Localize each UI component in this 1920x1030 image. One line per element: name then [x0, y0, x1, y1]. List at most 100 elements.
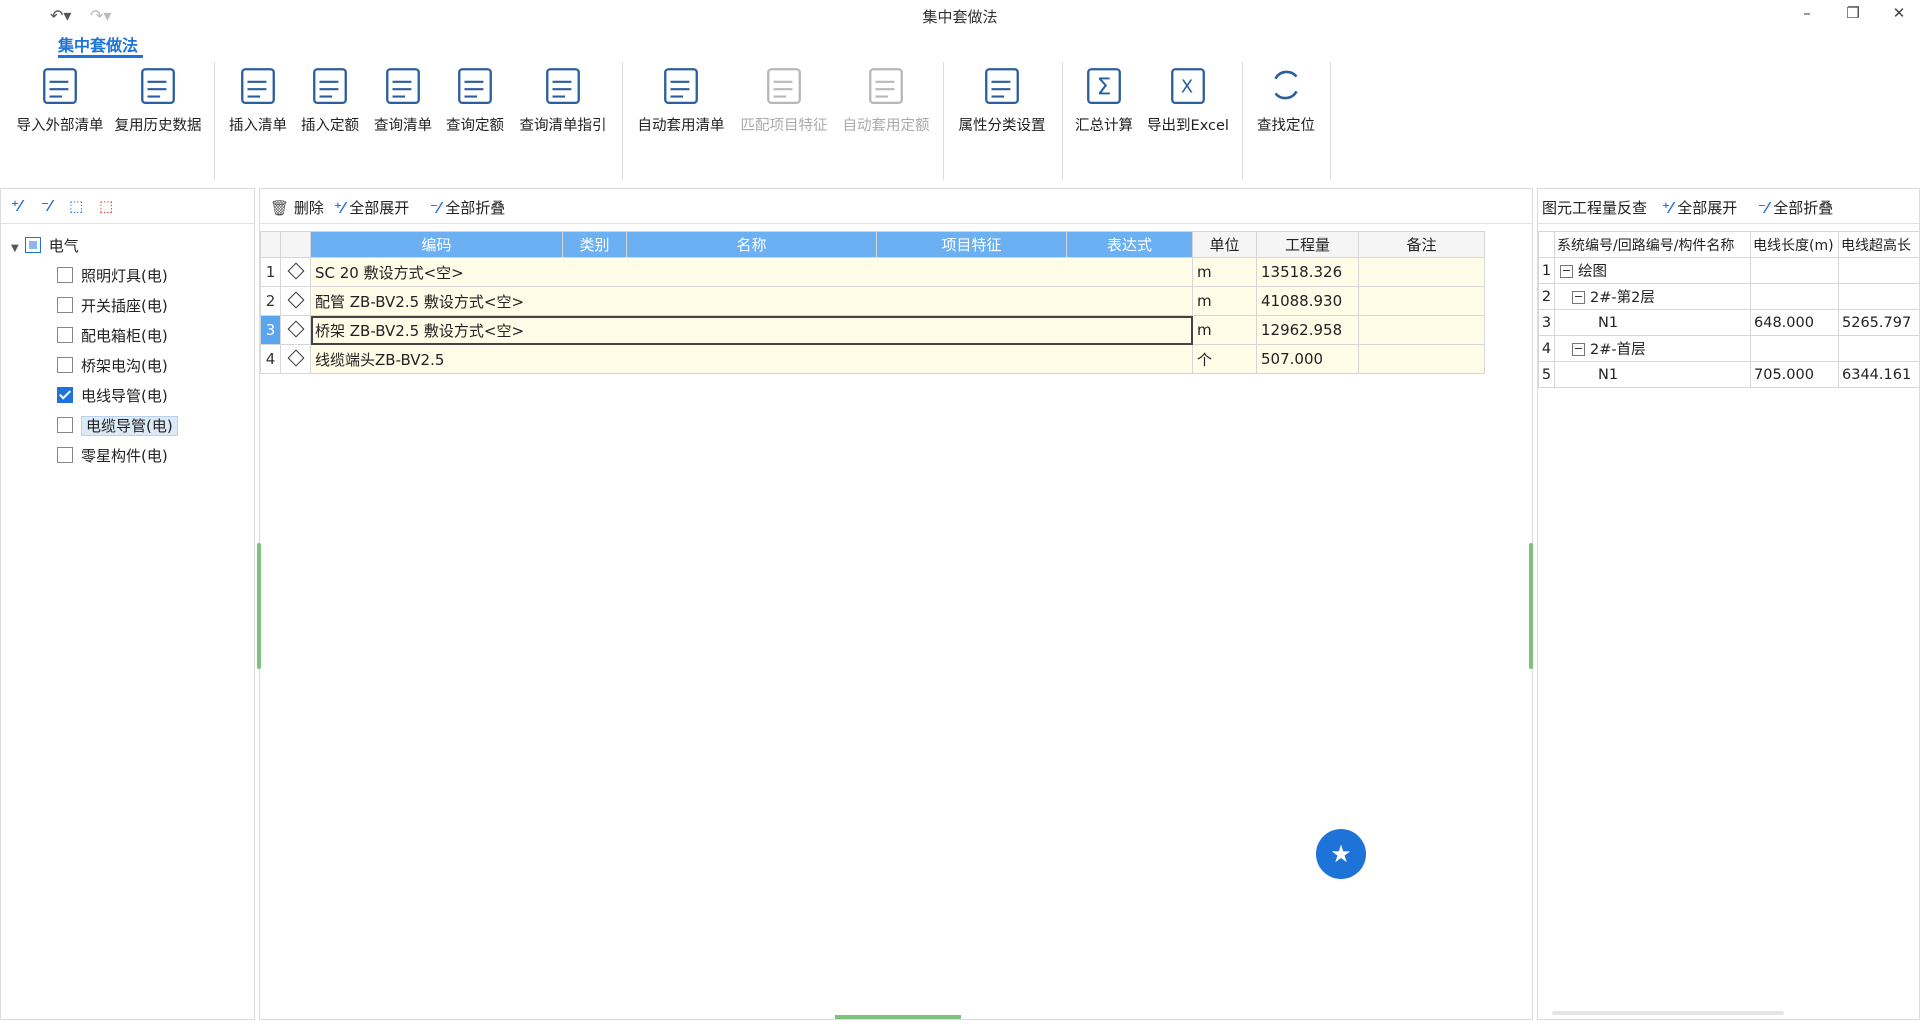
collapse-toggle-icon[interactable]: −	[1572, 342, 1585, 356]
unit-cell[interactable]: m	[1192, 257, 1257, 287]
col-type[interactable]: 类别	[562, 231, 627, 258]
ribbon-tab-underline	[58, 55, 143, 58]
checkbox[interactable]	[57, 296, 73, 313]
col-name[interactable]: 名称	[626, 231, 877, 258]
col-expression[interactable]: 表达式	[1066, 231, 1193, 258]
ribbon-button-9[interactable]: 自动套用定额	[831, 64, 941, 135]
unit-cell[interactable]: m	[1192, 315, 1257, 345]
quantity-cell[interactable]: 507.000	[1256, 344, 1359, 374]
table-row[interactable]: 4 线缆端头ZB-BV2.5 个 507.000	[260, 344, 1485, 374]
wire-over-length-cell: 5265.797	[1838, 309, 1919, 336]
tree-cell[interactable]: − 绘图	[1554, 257, 1751, 284]
ribbon-tab[interactable]: 集中套做法	[58, 32, 138, 56]
col-feature[interactable]: 项目特征	[876, 231, 1067, 258]
checkbox[interactable]	[24, 236, 41, 253]
quantity-cell[interactable]: 12962.958	[1256, 315, 1359, 345]
col-note[interactable]: 备注	[1358, 231, 1485, 258]
unit-cell[interactable]: 个	[1192, 344, 1257, 374]
ribbon-button-label: 匹配项目特征	[740, 118, 828, 134]
checkbox[interactable]	[57, 386, 73, 403]
close-icon[interactable]: ✕	[1884, 4, 1914, 26]
item-description[interactable]: 配管 ZB-BV2.5 敷设方式<空>	[310, 286, 1193, 316]
collapse-all-button[interactable]: ⁻⁄ 全部折叠	[430, 197, 505, 218]
delete-button[interactable]: 🗑 删除	[270, 197, 324, 218]
table-row[interactable]: 3 桥架 ZB-BV2.5 敷设方式<空> m 12962.958	[260, 315, 1485, 345]
col-code[interactable]: 编码	[310, 231, 563, 258]
bottom-splitter-handle[interactable]	[835, 1015, 961, 1019]
ribbon-separator	[214, 62, 215, 180]
right-collapse-all-button[interactable]: ⁻⁄ 全部折叠	[1758, 197, 1833, 218]
ribbon-button-7[interactable]: 自动套用清单	[626, 64, 736, 135]
tree-table-row[interactable]: 3 N1 648.000 5265.797	[1538, 309, 1919, 336]
item-description[interactable]: SC 20 敷设方式<空>	[310, 257, 1193, 287]
col-unit[interactable]: 单位	[1192, 231, 1257, 258]
quantity-cell[interactable]: 41088.930	[1256, 286, 1359, 316]
left-splitter-handle[interactable]	[257, 543, 261, 669]
tree-item-label: 桥架电沟(电)	[81, 357, 168, 375]
select-icon[interactable]: ⬚	[69, 197, 83, 215]
tree-table-row[interactable]: 4−2#-首层	[1538, 335, 1919, 362]
minimize-icon[interactable]: –	[1792, 4, 1822, 26]
tree-expand-icon[interactable]: ▼	[11, 243, 19, 254]
horizontal-scrollbar[interactable]	[1552, 1011, 1784, 1015]
collapse-toggle-icon[interactable]: −	[1560, 264, 1573, 278]
auto-apply-quota-icon	[869, 68, 903, 105]
expand-all-button[interactable]: ⁺⁄ 全部展开	[334, 197, 409, 218]
collapse-toggle-icon[interactable]: −	[1572, 290, 1585, 304]
deselect-icon[interactable]: ⬚	[99, 197, 113, 215]
tree-table-row[interactable]: 5 N1 705.000 6344.161	[1538, 361, 1919, 388]
ribbon-button-1[interactable]: 复用历史数据	[103, 64, 213, 135]
table-row[interactable]: 2 配管 ZB-BV2.5 敷设方式<空> m 41088.930	[260, 286, 1485, 316]
tree-item[interactable]: 桥架电沟(电)	[57, 353, 168, 379]
tree-item[interactable]: 开关插座(电)	[57, 293, 168, 319]
tree-cell[interactable]: N1	[1554, 309, 1751, 336]
collapse-all-icon[interactable]: ⁻⁄	[41, 197, 51, 215]
title-bar: ↶▾ ↷▾ 集中套做法 – ❐ ✕	[0, 0, 1920, 30]
col-wire-over-length[interactable]: 电线超高长	[1838, 231, 1919, 258]
tree-cell[interactable]: −2#-首层	[1554, 335, 1751, 362]
right-splitter-handle[interactable]	[1529, 543, 1533, 669]
tree-item[interactable]: 配电箱柜(电)	[57, 323, 168, 349]
ribbon-button-8[interactable]: 匹配项目特征	[729, 64, 839, 135]
tree-item[interactable]: 零星构件(电)	[57, 443, 168, 469]
col-quantity[interactable]: 工程量	[1256, 231, 1359, 258]
tree-table-row[interactable]: 1− 绘图	[1538, 257, 1919, 284]
expand-all-icon[interactable]: ⁺⁄	[11, 197, 21, 215]
ribbon-button-6[interactable]: 查询清单指引	[508, 64, 618, 135]
tree-root[interactable]: ▼ 电气	[11, 233, 79, 259]
tree-item[interactable]: 电线导管(电)	[57, 383, 168, 409]
tree-cell[interactable]: −2#-第2层	[1554, 283, 1751, 310]
node-label: N1	[1598, 366, 1619, 383]
quantity-cell[interactable]: 13518.326	[1256, 257, 1359, 287]
unit-cell[interactable]: m	[1192, 286, 1257, 316]
checkbox[interactable]	[57, 356, 73, 373]
checkbox[interactable]	[57, 446, 73, 463]
item-description[interactable]: 桥架 ZB-BV2.5 敷设方式<空>	[310, 315, 1193, 345]
checkbox[interactable]	[57, 266, 73, 283]
ribbon-button-0[interactable]: 导入外部清单	[5, 64, 115, 135]
checkbox[interactable]	[57, 416, 73, 433]
collapse-icon: ⁻⁄	[1758, 199, 1769, 217]
tree-cell[interactable]: N1	[1554, 361, 1751, 388]
ribbon-button-13[interactable]: 查找定位	[1231, 64, 1341, 135]
note-cell[interactable]	[1358, 344, 1485, 374]
tree-item[interactable]: 电缆导管(电)	[57, 413, 178, 439]
col-component[interactable]: 系统编号/回路编号/构件名称	[1554, 231, 1751, 258]
checkbox[interactable]	[57, 326, 73, 343]
ribbon-button-10[interactable]: 属性分类设置	[947, 64, 1057, 135]
note-cell[interactable]	[1358, 315, 1485, 345]
item-description[interactable]: 线缆端头ZB-BV2.5	[310, 344, 1193, 374]
wire-length-cell: 705.000	[1750, 361, 1839, 388]
star-float-button[interactable]: ★	[1316, 829, 1366, 879]
restore-icon[interactable]: ❐	[1838, 4, 1868, 26]
ribbon-button-12[interactable]: X 导出到Excel	[1133, 64, 1243, 135]
table-row[interactable]: 1 SC 20 敷设方式<空> m 13518.326	[260, 257, 1485, 287]
col-wire-length[interactable]: 电线长度(m)	[1750, 231, 1839, 258]
row-index: 4	[1538, 335, 1555, 362]
note-cell[interactable]	[1358, 286, 1485, 316]
row-index: 4	[260, 344, 281, 374]
tree-table-row[interactable]: 2−2#-第2层	[1538, 283, 1919, 310]
right-expand-all-button[interactable]: ⁺⁄ 全部展开	[1662, 197, 1737, 218]
note-cell[interactable]	[1358, 257, 1485, 287]
tree-item[interactable]: 照明灯具(电)	[57, 263, 168, 289]
